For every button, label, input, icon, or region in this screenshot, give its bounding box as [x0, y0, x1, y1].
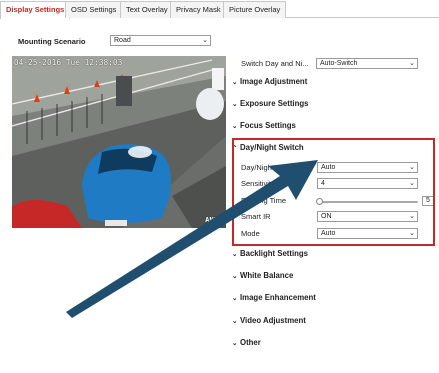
chevron-down-icon: ⌄	[232, 79, 238, 86]
chevron-down-icon: ⌄	[409, 60, 415, 67]
section-title: Focus Settings	[240, 121, 296, 130]
section-exposure-settings[interactable]: ⌄ Exposure Settings	[232, 99, 308, 113]
chevron-down-icon: ⌄	[232, 251, 238, 258]
section-title: Exposure Settings	[240, 99, 309, 108]
chevron-down-icon: ⌄	[232, 340, 238, 347]
switch-day-night-row: Switch Day and Ni... Auto-Switch ⌄	[232, 57, 438, 71]
section-title: Other	[240, 338, 261, 347]
section-image-enhancement[interactable]: ⌄ Image Enhancement	[232, 293, 316, 307]
switch-day-night-select[interactable]: Auto-Switch ⌄	[316, 58, 418, 69]
section-title: Video Adjustment	[240, 316, 306, 325]
tab-osd-settings[interactable]: OSD Settings	[65, 1, 123, 18]
tab-display-settings[interactable]: Display Settings	[0, 1, 71, 19]
switch-day-night-value: Auto-Switch	[320, 60, 358, 67]
osd-camera-name: ANPR	[205, 216, 222, 224]
osd-datetime: 04-25-2016 Tue 12:38:03	[14, 58, 123, 67]
section-backlight-settings[interactable]: ⌄ Backlight Settings	[232, 249, 308, 263]
mounting-scenario-select[interactable]: Road ⌄	[110, 35, 211, 46]
chevron-down-icon: ⌄	[232, 295, 238, 302]
video-frame-image	[12, 56, 226, 228]
live-video-preview[interactable]: 04-25-2016 Tue 12:38:03 ANPR	[12, 56, 226, 228]
section-white-balance[interactable]: ⌄ White Balance	[232, 271, 293, 285]
mounting-scenario-value: Road	[114, 37, 131, 44]
section-title: Backlight Settings	[240, 249, 309, 258]
chevron-down-icon: ⌄	[232, 318, 238, 325]
section-video-adjustment[interactable]: ⌄ Video Adjustment	[232, 316, 306, 330]
section-title: White Balance	[240, 271, 294, 280]
section-focus-settings[interactable]: ⌄ Focus Settings	[232, 121, 296, 135]
mounting-scenario-label: Mounting Scenario	[18, 37, 86, 46]
switch-day-night-label: Switch Day and Ni...	[241, 59, 309, 68]
section-title: Image Adjustment	[240, 77, 308, 86]
chevron-down-icon: ⌄	[202, 37, 208, 44]
tab-text-overlay[interactable]: Text Overlay	[120, 1, 174, 18]
day-night-highlight-box	[232, 138, 435, 246]
tab-privacy-mask[interactable]: Privacy Mask	[170, 1, 227, 18]
section-other[interactable]: ⌄ Other	[232, 338, 261, 352]
chevron-down-icon: ⌄	[232, 273, 238, 280]
section-title: Image Enhancement	[240, 293, 316, 302]
section-image-adjustment[interactable]: ⌄ Image Adjustment	[232, 77, 307, 91]
chevron-down-icon: ⌄	[232, 101, 238, 108]
chevron-down-icon: ⌄	[232, 123, 238, 130]
